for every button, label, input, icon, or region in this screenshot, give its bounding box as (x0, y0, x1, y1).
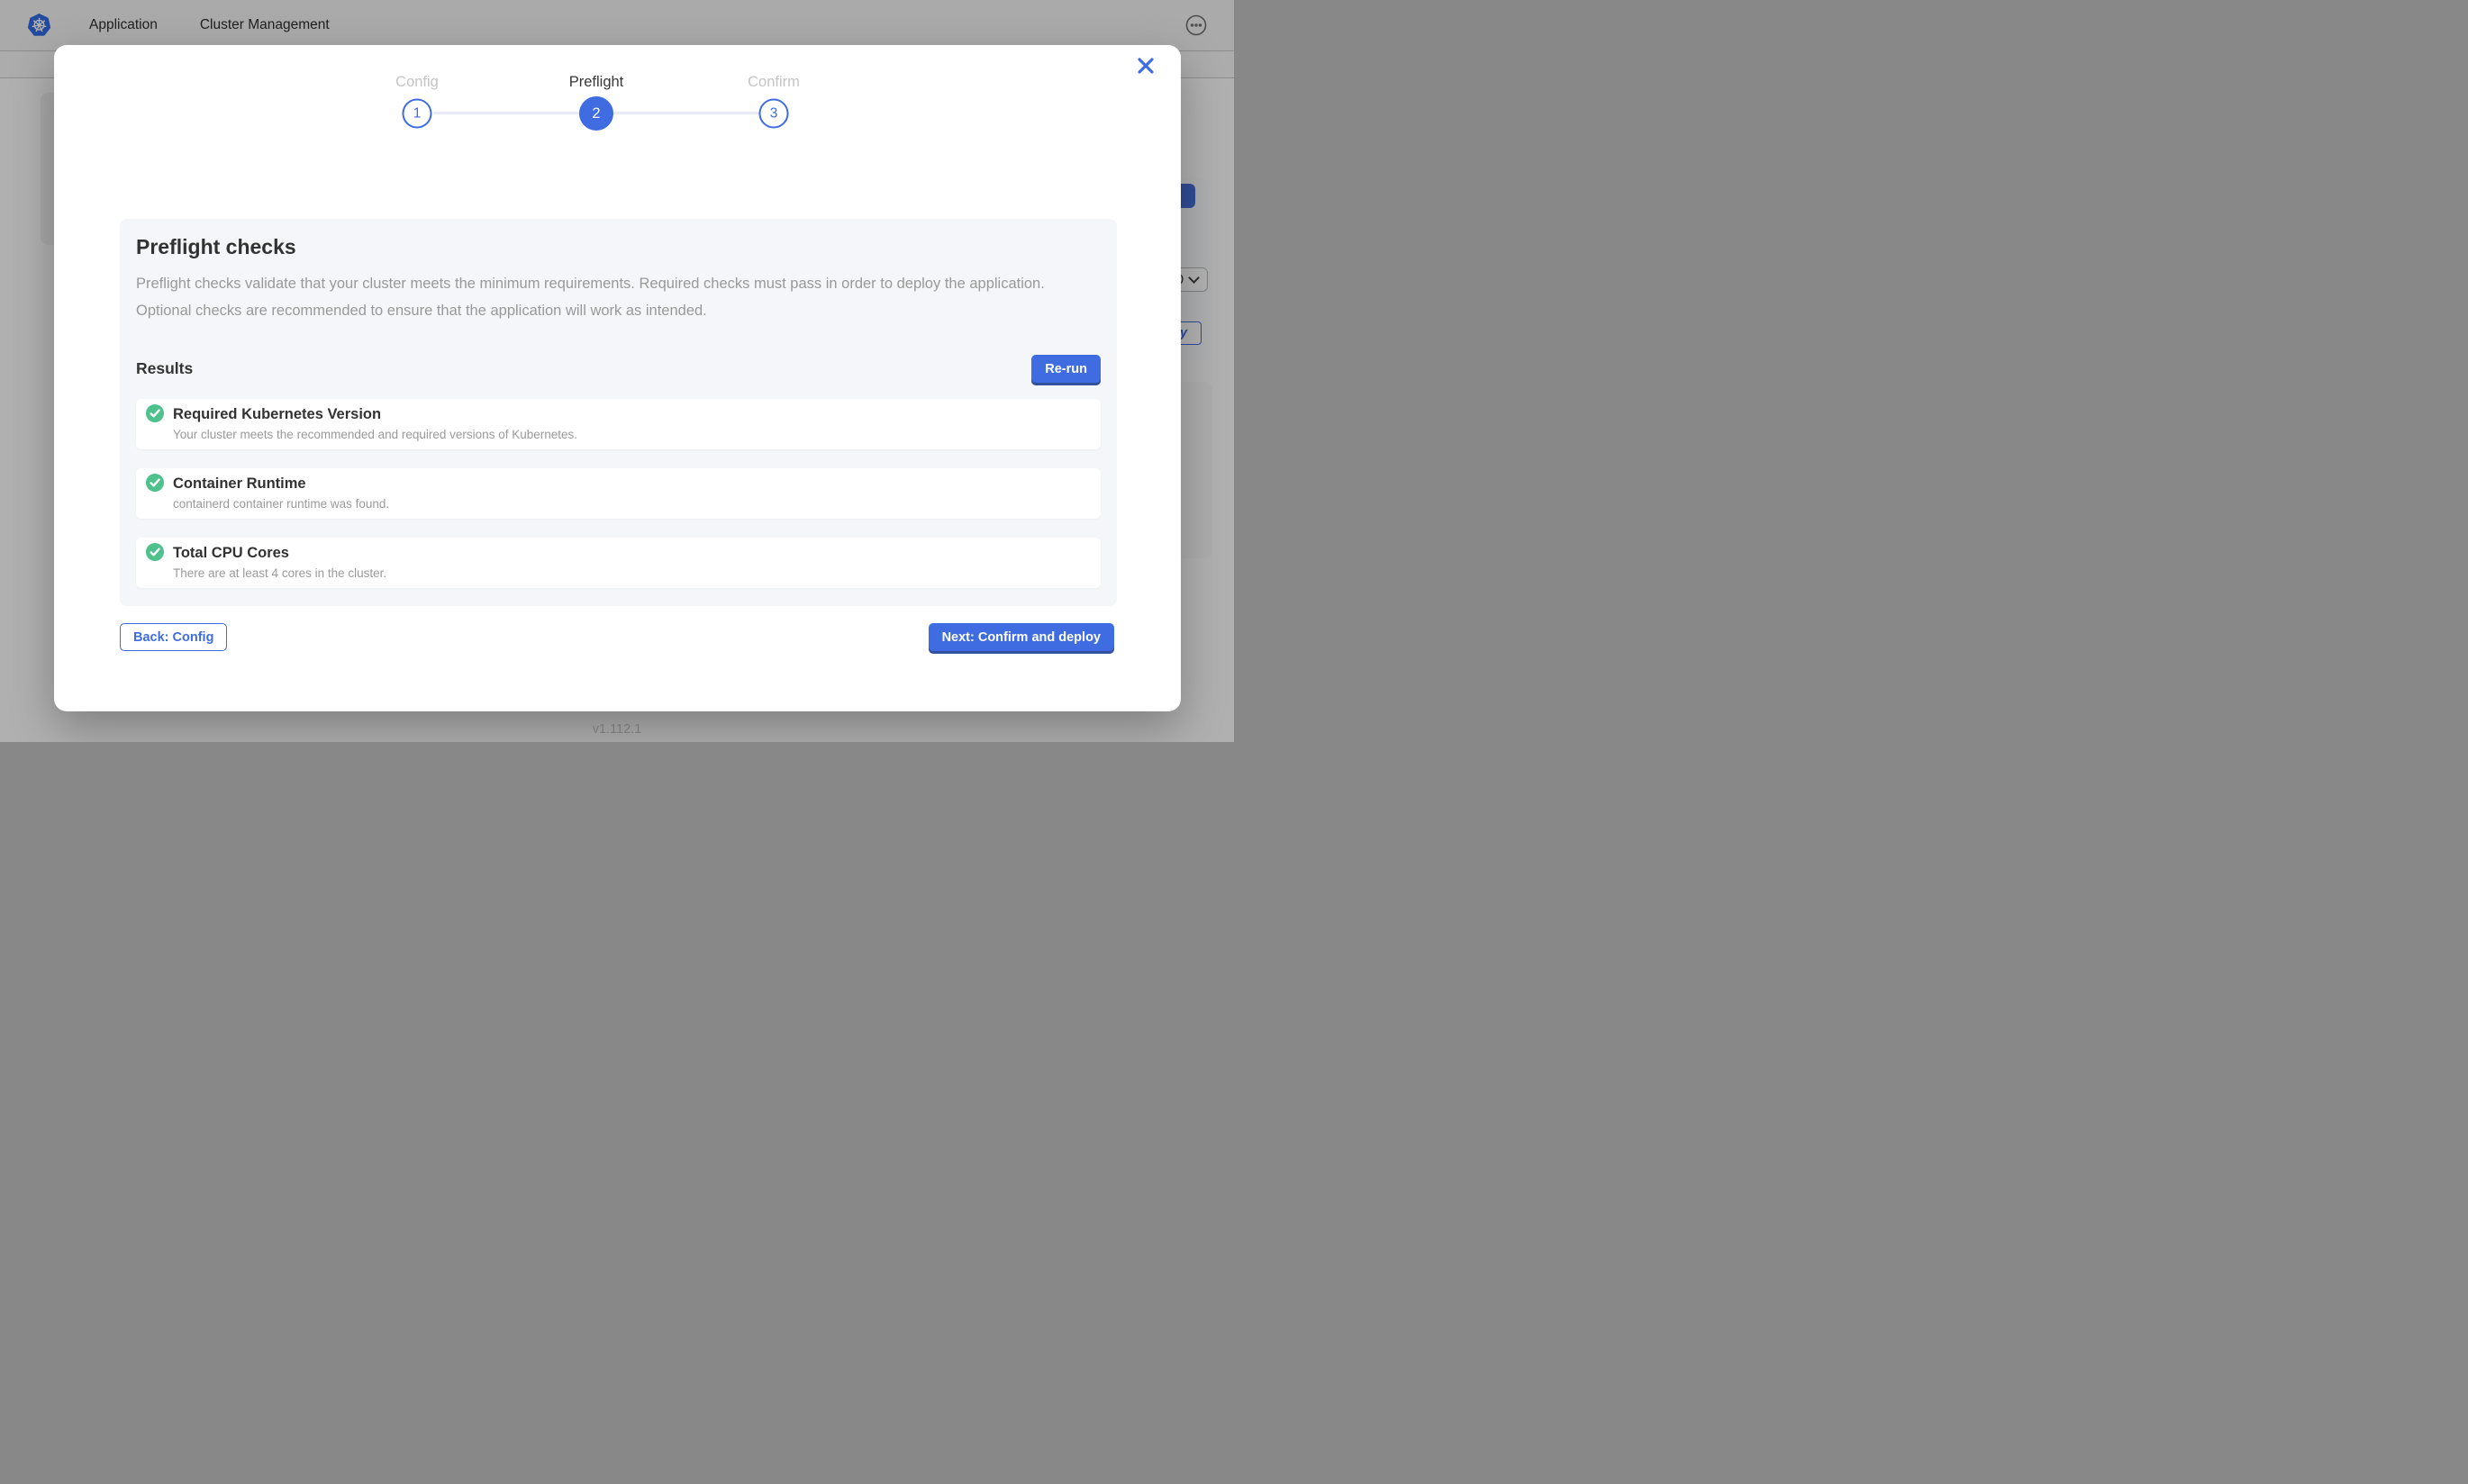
check-description: There are at least 4 cores in the cluste… (173, 566, 1090, 580)
step-label-preflight: Preflight (569, 74, 624, 91)
step-number: 1 (413, 105, 422, 122)
check-result-total-cpu-cores: Total CPU Cores There are at least 4 cor… (136, 538, 1101, 588)
step-circle-config[interactable]: 1 (403, 99, 432, 129)
preflight-description: Preflight checks validate that your clus… (136, 270, 1086, 324)
stepper-connector (433, 112, 579, 114)
check-result-container-runtime: Container Runtime containerd container r… (136, 468, 1101, 519)
check-pass-icon (146, 404, 164, 422)
rerun-button[interactable]: Re-run (1031, 355, 1101, 383)
check-results-list: Required Kubernetes Version Your cluster… (136, 399, 1101, 588)
next-confirm-deploy-button[interactable]: Next: Confirm and deploy (929, 623, 1114, 651)
app-window: Application Cluster Management 0 y v1.11… (0, 0, 1234, 742)
check-pass-icon (146, 543, 164, 561)
results-header-row: Results Re-run (136, 355, 1101, 383)
step-label-confirm: Confirm (748, 74, 800, 91)
back-config-button[interactable]: Back: Config (120, 623, 227, 651)
page-title: Preflight checks (136, 235, 1101, 259)
preflight-modal: Config Preflight Confirm 1 2 3 Preflight… (54, 45, 1181, 711)
close-icon[interactable] (1132, 52, 1159, 79)
stepper-connector (613, 112, 759, 114)
preflight-panel: Preflight checks Preflight checks valida… (120, 219, 1117, 606)
step-number: 2 (592, 105, 600, 122)
check-description: containerd container runtime was found. (173, 497, 1090, 511)
check-pass-icon (146, 474, 164, 492)
check-description: Your cluster meets the recommended and r… (173, 428, 1090, 441)
check-title: Total CPU Cores (173, 544, 1090, 562)
results-heading: Results (136, 359, 193, 378)
step-circle-preflight[interactable]: 2 (579, 96, 613, 131)
check-result-kubernetes-version: Required Kubernetes Version Your cluster… (136, 399, 1101, 449)
check-title: Container Runtime (173, 475, 1090, 493)
check-title: Required Kubernetes Version (173, 405, 1090, 423)
step-label-config: Config (395, 74, 439, 91)
step-circle-confirm[interactable]: 3 (759, 99, 789, 129)
step-number: 3 (770, 105, 778, 122)
